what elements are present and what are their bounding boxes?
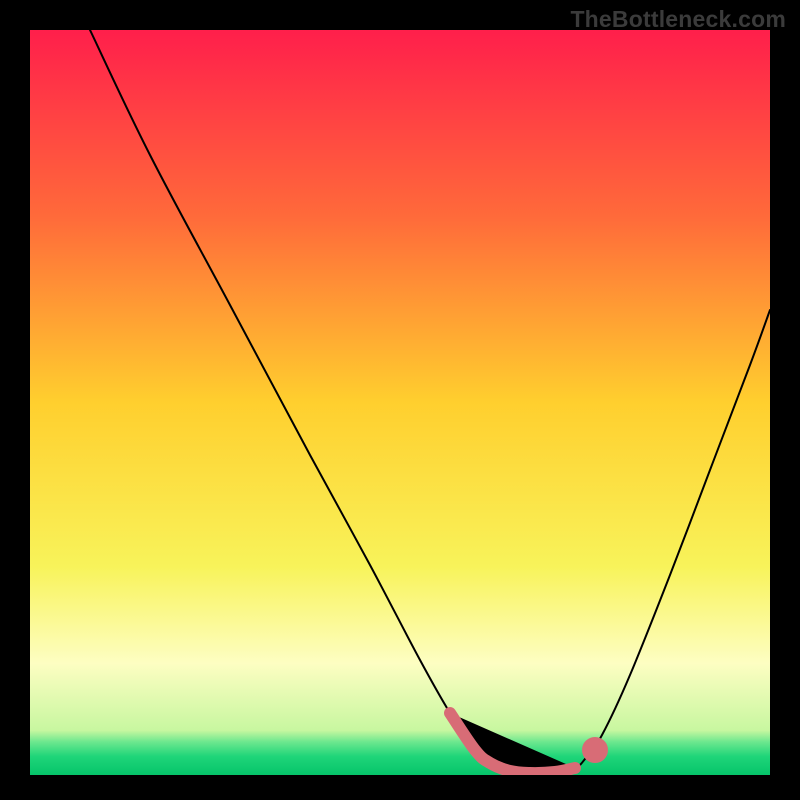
highlight-dot xyxy=(588,743,602,757)
chart-stage: TheBottleneck.com xyxy=(0,0,800,800)
heatmap-background xyxy=(30,30,770,775)
plot-svg xyxy=(30,30,770,775)
plot-area xyxy=(30,30,770,775)
watermark-label: TheBottleneck.com xyxy=(570,6,786,33)
